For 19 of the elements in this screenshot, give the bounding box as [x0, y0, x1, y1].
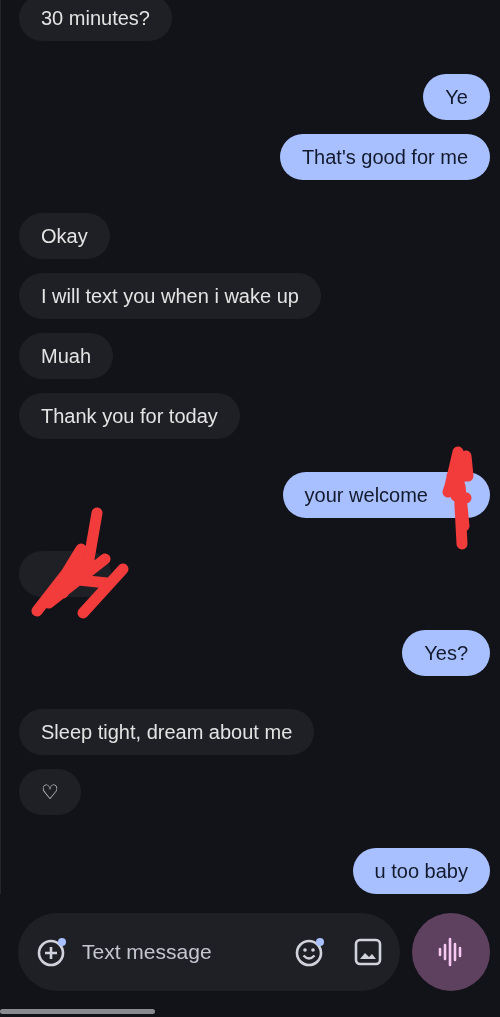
message-bubble: Okay — [19, 213, 110, 259]
message-bubble: Thank you for today — [19, 393, 240, 439]
message-input-field[interactable]: Text message — [18, 913, 400, 991]
message-bubble: Yes? — [402, 630, 490, 676]
message-bubble: u too baby — [352, 848, 490, 894]
emoji-icon[interactable] — [294, 936, 326, 968]
message-bubble: Ye — [423, 74, 490, 120]
waveform-icon — [438, 937, 464, 967]
add-icon[interactable] — [36, 936, 68, 968]
message-bubble: ♡ — [19, 769, 81, 815]
message-bubble: I will text you when i wake up — [19, 273, 321, 319]
message-bubble: 30 minutes? — [19, 0, 172, 41]
message-bubble: Sleep tight, dream about me — [19, 709, 315, 755]
message-bubble: your welcome — [282, 472, 490, 518]
image-icon[interactable] — [354, 938, 382, 966]
text-message-input[interactable]: Text message — [82, 940, 280, 964]
message-bubble: That's good for me — [279, 134, 490, 180]
scroll-handle[interactable] — [0, 1009, 155, 1014]
message-bubble: Muah — [19, 333, 114, 379]
